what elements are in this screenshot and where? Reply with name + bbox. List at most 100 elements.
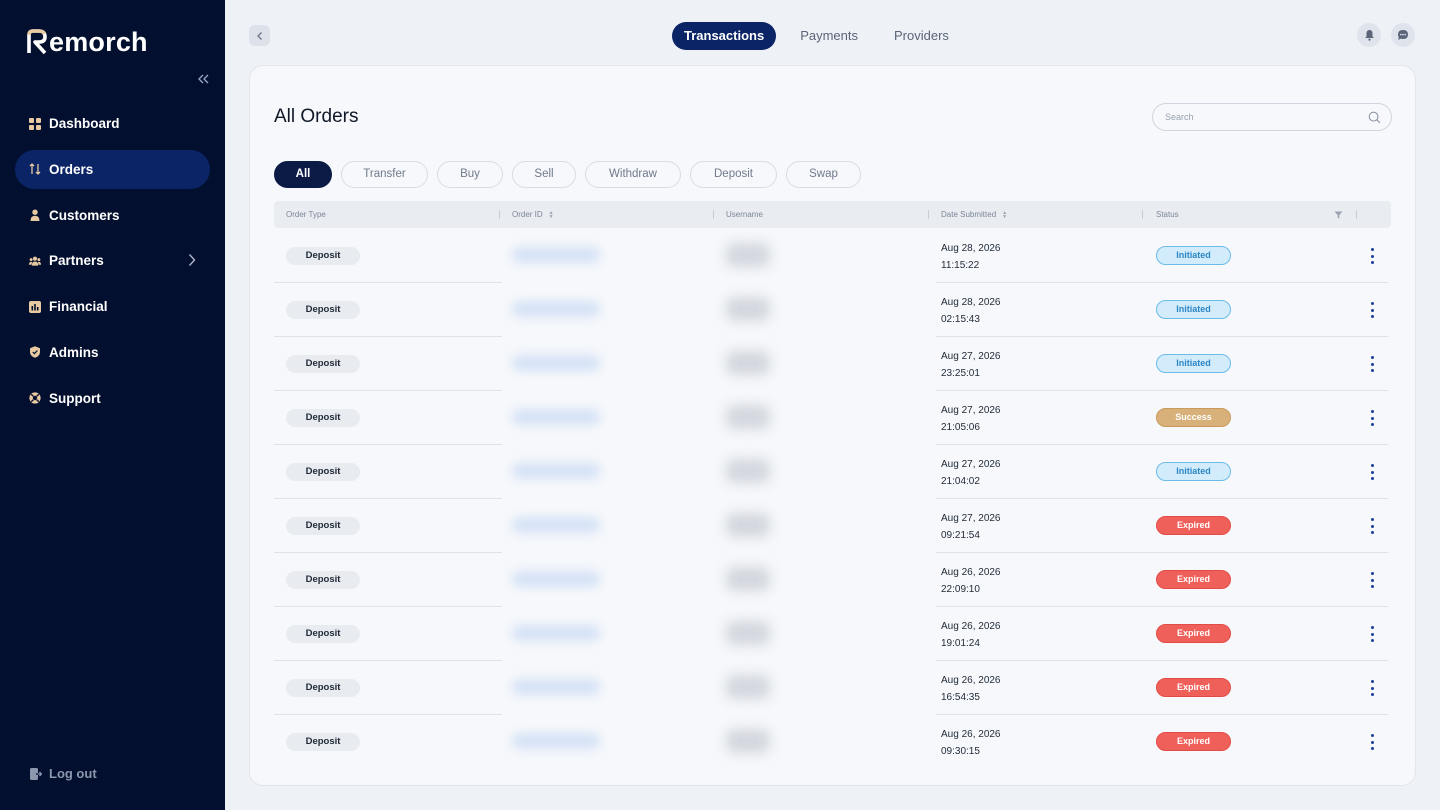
more-options-icon[interactable] xyxy=(1366,734,1378,750)
order-id-redacted xyxy=(512,301,600,317)
logo-mark-icon xyxy=(26,29,48,55)
more-options-icon[interactable] xyxy=(1366,410,1378,426)
search-icon xyxy=(1368,111,1381,123)
table-row[interactable]: Deposit Aug 26, 2026 09:30:15 Expired xyxy=(274,715,1391,769)
filter-swap[interactable]: Swap xyxy=(786,161,861,188)
status-badge: Expired xyxy=(1156,732,1231,751)
sidebar-item-label: Partners xyxy=(49,253,104,269)
sidebar-item-customers[interactable]: Customers xyxy=(15,196,210,235)
sidebar-item-label: Financial xyxy=(49,299,108,315)
username-redacted xyxy=(726,459,770,483)
filter-sell[interactable]: Sell xyxy=(512,161,576,188)
table-row[interactable]: Deposit Aug 27, 2026 21:04:02 Initiated xyxy=(274,445,1391,499)
page-title: All Orders xyxy=(274,106,359,127)
more-options-icon[interactable] xyxy=(1366,248,1378,264)
table-row[interactable]: Deposit Aug 26, 2026 19:01:24 Expired xyxy=(274,607,1391,661)
search-box[interactable] xyxy=(1152,103,1392,131)
time-value: 09:21:54 xyxy=(941,530,980,541)
username-redacted xyxy=(726,243,770,267)
more-options-icon[interactable] xyxy=(1366,572,1378,588)
table-row[interactable]: Deposit Aug 26, 2026 22:09:10 Expired xyxy=(274,553,1391,607)
date-value: Aug 27, 2026 xyxy=(941,513,1001,524)
table-row[interactable]: Deposit Aug 27, 2026 09:21:54 Expired xyxy=(274,499,1391,553)
order-id-redacted xyxy=(512,679,600,695)
column-header-order-type[interactable]: Order Type xyxy=(286,201,326,228)
sidebar-item-financial[interactable]: Financial xyxy=(15,287,210,326)
table-row[interactable]: Deposit Aug 27, 2026 23:25:01 Initiated xyxy=(274,337,1391,391)
swap-arrows-icon xyxy=(29,163,41,176)
column-header-order-id[interactable]: Order ID ▲ ▼ xyxy=(512,201,554,228)
sidebar-item-label: Support xyxy=(49,390,101,406)
column-divider xyxy=(713,210,714,219)
more-options-icon[interactable] xyxy=(1366,680,1378,696)
bell-icon xyxy=(1364,30,1374,41)
order-type-badge: Deposit xyxy=(286,355,360,373)
tab-providers[interactable]: Providers xyxy=(882,22,961,50)
column-header-date-submitted[interactable]: Date Submitted ▲ ▼ xyxy=(941,201,1007,228)
sidebar-item-orders[interactable]: Orders xyxy=(15,149,210,189)
table-row[interactable]: Deposit Aug 27, 2026 21:05:06 Success xyxy=(274,391,1391,445)
sidebar-item-dashboard[interactable]: Dashboard xyxy=(15,104,210,143)
table-row[interactable]: Deposit Aug 28, 2026 02:15:43 Initiated xyxy=(274,283,1391,337)
more-options-icon[interactable] xyxy=(1366,464,1378,480)
logout-button[interactable]: Log out xyxy=(30,766,97,781)
column-divider xyxy=(499,210,500,219)
filter-deposit[interactable]: Deposit xyxy=(690,161,777,188)
order-id-redacted xyxy=(512,355,600,371)
sort-icon[interactable]: ▲ ▼ xyxy=(1002,210,1007,219)
table-header: Order Type Order ID ▲ ▼ Username Date Subm… xyxy=(274,201,1391,228)
shield-icon xyxy=(29,346,41,359)
collapse-sidebar-icon[interactable] xyxy=(196,72,212,88)
sidebar-item-label: Admins xyxy=(49,344,99,360)
username-redacted xyxy=(726,297,770,321)
more-options-icon[interactable] xyxy=(1366,626,1378,642)
date-value: Aug 27, 2026 xyxy=(941,459,1001,470)
search-input[interactable] xyxy=(1165,112,1368,122)
time-value: 16:54:35 xyxy=(941,692,980,703)
tab-transactions[interactable]: Transactions xyxy=(672,22,777,50)
more-options-icon[interactable] xyxy=(1366,356,1378,372)
back-button[interactable] xyxy=(249,25,270,46)
sidebar-item-partners[interactable]: Partners xyxy=(15,241,210,280)
username-redacted xyxy=(726,567,770,591)
messages-button[interactable] xyxy=(1391,23,1415,47)
filter-withdraw[interactable]: Withdraw xyxy=(585,161,681,188)
sidebar-item-support[interactable]: Support xyxy=(15,379,210,418)
tab-payments[interactable]: Payments xyxy=(788,22,870,50)
sort-icon[interactable]: ▲ ▼ xyxy=(549,210,554,219)
date-value: Aug 27, 2026 xyxy=(941,405,1001,416)
date-submitted: Aug 27, 2026 09:21:54 xyxy=(941,510,1001,544)
status-badge: Expired xyxy=(1156,678,1231,697)
date-value: Aug 26, 2026 xyxy=(941,621,1001,632)
sidebar-nav: Dashboard Orders Customers Partners Fina… xyxy=(15,104,210,425)
sidebar-item-admins[interactable]: Admins xyxy=(15,333,210,372)
filter-buy[interactable]: Buy xyxy=(437,161,503,188)
column-header-status[interactable]: Status xyxy=(1156,201,1179,228)
more-options-icon[interactable] xyxy=(1366,302,1378,318)
status-badge: Initiated xyxy=(1156,462,1231,481)
order-id-redacted xyxy=(512,247,600,263)
logo[interactable]: emorch xyxy=(26,26,148,58)
order-type-badge: Deposit xyxy=(286,571,360,589)
table-row[interactable]: Deposit Aug 28, 2026 11:15:22 Initiated xyxy=(274,229,1391,283)
more-options-icon[interactable] xyxy=(1366,518,1378,534)
order-type-badge: Deposit xyxy=(286,625,360,643)
date-value: Aug 26, 2026 xyxy=(941,567,1001,578)
status-badge: Success xyxy=(1156,408,1231,427)
logout-label: Log out xyxy=(49,766,97,781)
date-submitted: Aug 26, 2026 16:54:35 xyxy=(941,672,1001,706)
notifications-button[interactable] xyxy=(1357,23,1381,47)
order-id-redacted xyxy=(512,409,600,425)
date-submitted: Aug 26, 2026 09:30:15 xyxy=(941,726,1001,760)
table-row[interactable]: Deposit Aug 26, 2026 16:54:35 Expired xyxy=(274,661,1391,715)
status-badge: Initiated xyxy=(1156,354,1231,373)
order-type-badge: Deposit xyxy=(286,247,360,265)
filter-all[interactable]: All xyxy=(274,161,332,188)
order-type-badge: Deposit xyxy=(286,733,360,751)
chevron-right-icon[interactable] xyxy=(188,253,196,272)
column-header-username[interactable]: Username xyxy=(726,201,763,228)
filter-funnel-icon[interactable] xyxy=(1334,201,1343,228)
lifebuoy-icon xyxy=(29,392,41,404)
order-type-badge: Deposit xyxy=(286,301,360,319)
filter-transfer[interactable]: Transfer xyxy=(341,161,428,188)
